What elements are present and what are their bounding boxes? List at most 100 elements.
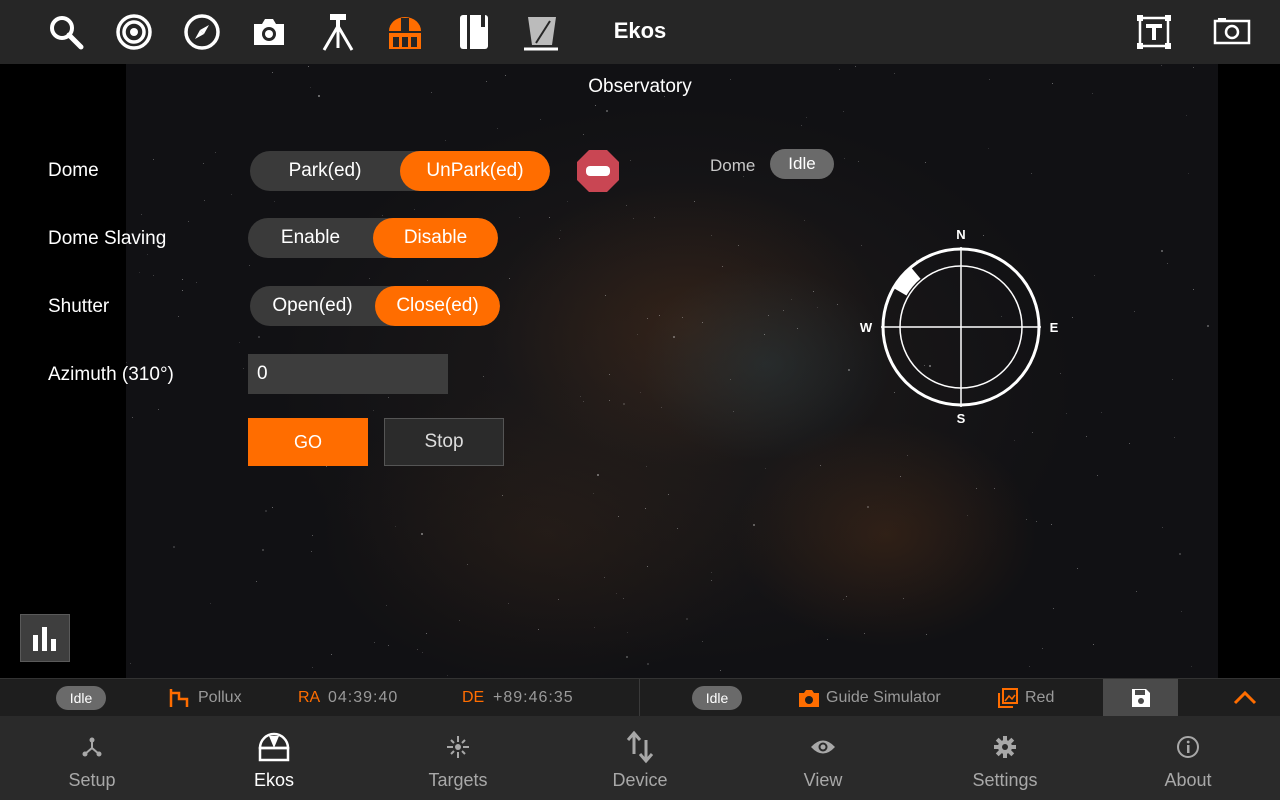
star — [668, 494, 670, 496]
chevron-up-icon[interactable] — [1232, 687, 1258, 709]
star — [1091, 92, 1093, 94]
dome-park-toggle: Park(ed) UnPark(ed) — [250, 151, 550, 191]
star — [312, 535, 314, 537]
star — [537, 628, 539, 630]
nav-about[interactable]: About — [1118, 716, 1258, 800]
star — [685, 617, 688, 620]
target-name: Pollux — [198, 689, 242, 706]
dome-slaving-label: Dome Slaving — [48, 228, 167, 249]
star — [308, 65, 310, 67]
star — [605, 294, 607, 296]
star — [262, 549, 265, 552]
star — [1133, 310, 1135, 312]
star — [381, 214, 383, 216]
page-title: Observatory — [588, 76, 692, 97]
compass-west: W — [860, 320, 873, 335]
star — [238, 341, 240, 343]
star — [783, 309, 785, 311]
azimuth-input[interactable] — [248, 354, 448, 394]
star — [987, 147, 989, 149]
target-icon[interactable] — [114, 12, 154, 52]
go-button[interactable]: GO — [248, 418, 368, 466]
nav-targets[interactable]: Targets — [388, 716, 528, 800]
star — [1036, 521, 1038, 523]
chart-bars-button[interactable] — [20, 614, 70, 662]
star — [507, 602, 509, 604]
nav-device[interactable]: Device — [570, 716, 710, 800]
star — [594, 105, 596, 107]
star — [694, 200, 696, 202]
star — [131, 417, 133, 419]
star — [900, 476, 902, 478]
nav-label: Setup — [68, 770, 116, 790]
park-button[interactable]: Park(ed) — [250, 151, 400, 191]
device-arrows-icon — [626, 730, 654, 764]
nav-label: Targets — [428, 770, 488, 790]
gear-icon — [994, 736, 1016, 758]
save-button[interactable] — [1103, 679, 1178, 717]
star — [559, 237, 561, 239]
text-frame-icon[interactable] — [1134, 12, 1174, 52]
slaving-disable-button[interactable]: Disable — [373, 218, 498, 258]
star — [1161, 65, 1163, 67]
nav-settings[interactable]: Settings — [935, 716, 1075, 800]
star — [309, 86, 311, 88]
star — [597, 474, 600, 477]
shutter-open-button[interactable]: Open(ed) — [250, 286, 375, 326]
camera-name: Guide Simulator — [826, 689, 941, 706]
star — [644, 507, 646, 509]
star — [632, 217, 634, 219]
star — [496, 128, 498, 130]
screen-capture-icon[interactable] — [1212, 12, 1252, 52]
star — [1188, 172, 1190, 174]
abort-icon[interactable] — [576, 149, 620, 193]
star — [639, 391, 641, 393]
slaving-enable-button[interactable]: Enable — [248, 218, 373, 258]
star — [654, 217, 656, 219]
star — [866, 506, 869, 509]
star — [210, 603, 212, 605]
tripod-icon[interactable] — [318, 12, 358, 52]
star — [318, 94, 321, 97]
unpark-button[interactable]: UnPark(ed) — [400, 151, 550, 191]
shutter-close-button[interactable]: Close(ed) — [375, 286, 500, 326]
star — [844, 158, 846, 160]
star — [256, 581, 258, 583]
star — [623, 597, 625, 599]
ra-label: RA — [298, 689, 321, 706]
star — [1013, 439, 1015, 441]
status-divider — [639, 679, 640, 717]
search-icon[interactable] — [46, 12, 86, 52]
star — [567, 200, 569, 202]
star — [1178, 552, 1181, 555]
star — [608, 400, 610, 402]
star — [1092, 644, 1094, 646]
star — [967, 514, 969, 516]
star — [1171, 378, 1173, 380]
star — [466, 563, 468, 565]
compass-icon[interactable] — [182, 12, 222, 52]
star — [722, 266, 724, 268]
flat-panel-icon[interactable] — [521, 12, 561, 52]
dome-label: Dome — [48, 160, 99, 181]
star — [559, 229, 561, 231]
nav-setup[interactable]: Setup — [22, 716, 162, 800]
star — [422, 651, 424, 653]
star — [388, 396, 390, 398]
star — [660, 407, 662, 409]
notebook-icon[interactable] — [454, 12, 494, 52]
star — [816, 306, 818, 308]
observatory-dome-icon[interactable] — [385, 12, 425, 52]
star — [311, 551, 313, 553]
star — [369, 278, 371, 280]
star — [187, 221, 189, 223]
star — [1086, 435, 1088, 437]
nav-view[interactable]: View — [753, 716, 893, 800]
top-toolbar: Ekos — [0, 0, 1280, 64]
stop-button[interactable]: Stop — [384, 418, 504, 466]
star — [420, 533, 423, 536]
shutter-label: Shutter — [48, 296, 110, 317]
guide-status-badge: Idle — [692, 686, 742, 710]
camera-icon[interactable] — [249, 12, 289, 52]
nav-ekos[interactable]: Ekos — [204, 716, 344, 800]
